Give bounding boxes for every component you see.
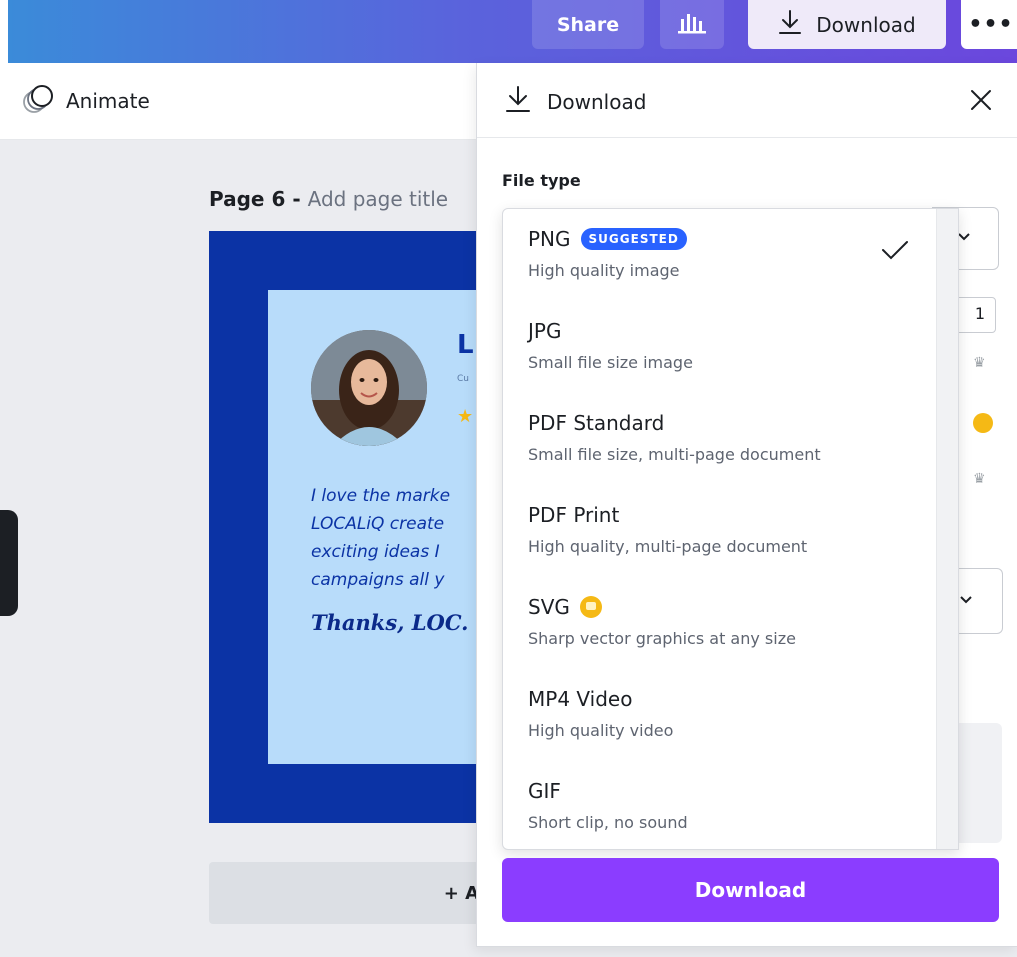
option-description: High quality video — [528, 721, 674, 740]
testimonial-name: L — [457, 330, 474, 360]
premium-crown-icon — [973, 413, 993, 433]
page-title[interactable]: Page 6 - Add page title — [209, 187, 448, 211]
option-description: High quality image — [528, 261, 680, 280]
page-title-placeholder[interactable]: Add page title — [308, 187, 449, 211]
option-name: PDF Print — [528, 503, 620, 527]
file-type-option-gif[interactable]: GIF Short clip, no sound — [503, 761, 936, 849]
crown-icon: ♛ — [973, 355, 986, 371]
option-description: Small file size image — [528, 353, 693, 372]
dropdown-scrollbar[interactable] — [936, 209, 958, 849]
option-name: JPG — [528, 319, 562, 343]
option-description: Short clip, no sound — [528, 813, 688, 832]
file-type-option-jpg[interactable]: JPG Small file size image — [503, 301, 936, 393]
crown-icon: ♛ — [973, 471, 986, 487]
download-button-label: Download — [694, 878, 807, 902]
file-type-option-pdf-standard[interactable]: PDF Standard Small file size, multi-page… — [503, 393, 936, 485]
design-page[interactable]: L Cu ★ I love the marke LOCALiQ create e… — [209, 231, 509, 823]
option-description: High quality, multi-page document — [528, 537, 808, 556]
option-name: MP4 Video — [528, 687, 633, 711]
testimonial-thanks: Thanks, LOC. — [311, 610, 469, 635]
file-type-option-pdf-print[interactable]: PDF Print High quality, multi-page docum… — [503, 485, 936, 577]
share-button[interactable]: Share — [532, 0, 644, 49]
app-root: Page 6 - Add page title L Cu ★ I love th — [0, 0, 1017, 957]
option-title: JPG — [528, 319, 561, 343]
testimonial-quote: I love the marke LOCALiQ create exciting… — [311, 486, 451, 590]
option-title: SVG — [528, 595, 602, 619]
download-panel-header: Download — [477, 63, 1017, 138]
option-description: Sharp vector graphics at any size — [528, 629, 796, 648]
rating-star-icon: ★ — [457, 406, 474, 427]
side-panel-handle[interactable] — [0, 510, 18, 616]
download-button[interactable]: Download — [502, 858, 999, 922]
option-title: PNG SUGGESTED — [528, 227, 687, 251]
checkmark-icon — [880, 239, 910, 265]
file-type-label: File type — [502, 171, 581, 190]
download-panel-title-text: Download — [547, 89, 647, 114]
insights-button[interactable] — [660, 0, 724, 49]
bar-chart-icon — [678, 12, 706, 38]
option-name: PDF Standard — [528, 411, 665, 435]
page-number-label: Page 6 - — [209, 187, 301, 211]
suggested-badge: SUGGESTED — [580, 228, 687, 250]
more-dots-icon: ••• — [968, 12, 1014, 37]
more-options-button[interactable]: ••• — [961, 0, 1017, 49]
download-icon — [505, 85, 531, 118]
close-icon — [970, 89, 992, 115]
animate-label: Animate — [66, 89, 150, 113]
file-type-option-svg[interactable]: SVG Sharp vector graphics at any size — [503, 577, 936, 669]
download-top-label: Download — [816, 12, 916, 37]
download-top-button[interactable]: Download — [748, 0, 946, 49]
chevron-down-icon — [958, 591, 974, 610]
premium-crown-icon — [579, 596, 602, 618]
option-title: MP4 Video — [528, 687, 632, 711]
option-title: PDF Print — [528, 503, 619, 527]
animate-button[interactable]: Animate — [22, 83, 150, 120]
testimonial-role: Cu — [457, 374, 469, 384]
avatar — [311, 330, 427, 446]
animate-circles-icon — [22, 83, 54, 120]
file-type-option-png[interactable]: PNG SUGGESTED High quality image — [503, 209, 936, 301]
close-button[interactable] — [966, 87, 996, 117]
option-description: Small file size, multi-page document — [528, 445, 821, 464]
download-icon — [778, 9, 802, 40]
file-type-dropdown: PNG SUGGESTED High quality image JPG Sma… — [502, 208, 959, 850]
add-page-label: + A — [443, 882, 479, 904]
option-title: PDF Standard — [528, 411, 664, 435]
option-title: GIF — [528, 779, 561, 803]
file-type-option-mp4[interactable]: MP4 Video High quality video — [503, 669, 936, 761]
share-label: Share — [556, 13, 620, 36]
option-name: SVG — [528, 595, 570, 619]
option-name: PNG — [528, 227, 571, 251]
testimonial-card: L Cu ★ I love the marke LOCALiQ create e… — [268, 290, 509, 764]
option-name: GIF — [528, 779, 561, 803]
add-page-button[interactable]: + A — [209, 862, 509, 924]
download-panel-title: Download — [505, 85, 646, 118]
